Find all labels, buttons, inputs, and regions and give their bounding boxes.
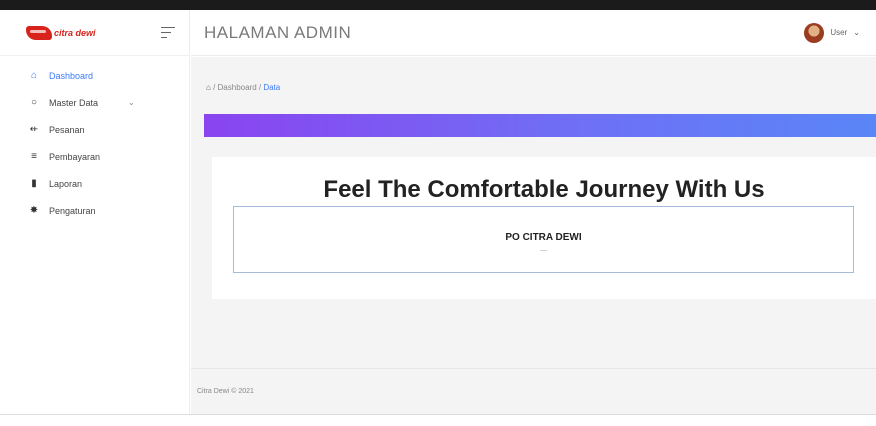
- file-icon: ▮: [31, 178, 37, 189]
- breadcrumb-dashboard[interactable]: Dashboard: [218, 83, 257, 92]
- footer: Citra Dewi © 2021: [191, 368, 876, 414]
- sidebar-item-label: Pembayaran: [49, 151, 101, 162]
- window-top-bar: [0, 0, 876, 10]
- sidebar-item-pengaturan[interactable]: ✸ Pengaturan: [0, 197, 189, 224]
- breadcrumb-separator: /: [210, 83, 218, 92]
- home-icon: ⌂: [30, 70, 38, 81]
- sidebar: citra dewi ⌂ Dashboard ○ Master Data ⌄ ⇷…: [0, 10, 190, 414]
- breadcrumb: ⌂ / Dashboard / Data: [206, 83, 280, 92]
- chevron-down-icon: ⌄: [853, 28, 860, 37]
- gradient-banner: [204, 114, 876, 137]
- logo-bus-icon: [26, 25, 52, 40]
- menu-icon: ≡: [31, 151, 37, 162]
- sidebar-item-label: Pengaturan: [49, 205, 96, 216]
- sidebar-nav: ⌂ Dashboard ○ Master Data ⌄ ⇷ Pesanan ≡ …: [0, 56, 189, 224]
- top-header: HALAMAN ADMIN User ⌄: [191, 10, 876, 56]
- sidebar-item-dashboard[interactable]: ⌂ Dashboard: [0, 62, 189, 89]
- list-icon: ⇷: [29, 124, 39, 135]
- gear-icon: ✸: [29, 205, 39, 216]
- avatar[interactable]: [804, 22, 825, 43]
- circle-icon: ○: [30, 97, 38, 108]
- logo[interactable]: citra dewi: [26, 25, 96, 40]
- sidebar-item-label: Master Data: [49, 97, 99, 108]
- sidebar-item-laporan[interactable]: ▮ Laporan: [0, 170, 189, 197]
- company-name: PO CITRA DEWI: [505, 232, 582, 243]
- breadcrumb-current: Data: [263, 83, 281, 92]
- sidebar-item-pesanan[interactable]: ⇷ Pesanan: [0, 116, 189, 143]
- card-title: Feel The Comfortable Journey With Us: [323, 176, 765, 203]
- logo-text: citra dewi: [54, 27, 96, 38]
- page-title: HALAMAN ADMIN: [204, 22, 352, 42]
- bottom-edge: [0, 414, 876, 426]
- chevron-down-icon: ⌄: [128, 98, 135, 107]
- welcome-card: Feel The Comfortable Journey With Us PO …: [212, 157, 876, 299]
- user-menu[interactable]: User ⌄: [804, 22, 860, 43]
- sidebar-item-label: Dashboard: [49, 70, 94, 81]
- sidebar-item-label: Laporan: [49, 178, 83, 189]
- main-content: ⌂ / Dashboard / Data Feel The Comfortabl…: [191, 57, 876, 414]
- sidebar-item-label: Pesanan: [49, 124, 85, 135]
- footer-copyright: Citra Dewi © 2021: [197, 388, 254, 395]
- sidebar-item-master-data[interactable]: ○ Master Data ⌄: [0, 89, 189, 116]
- sidebar-toggle-icon[interactable]: [161, 26, 175, 39]
- brand-bar: citra dewi: [0, 10, 189, 56]
- company-subtitle: —: [540, 247, 547, 254]
- sidebar-item-pembayaran[interactable]: ≡ Pembayaran: [0, 143, 189, 170]
- company-box: PO CITRA DEWI —: [233, 206, 854, 273]
- user-name: User: [830, 28, 848, 37]
